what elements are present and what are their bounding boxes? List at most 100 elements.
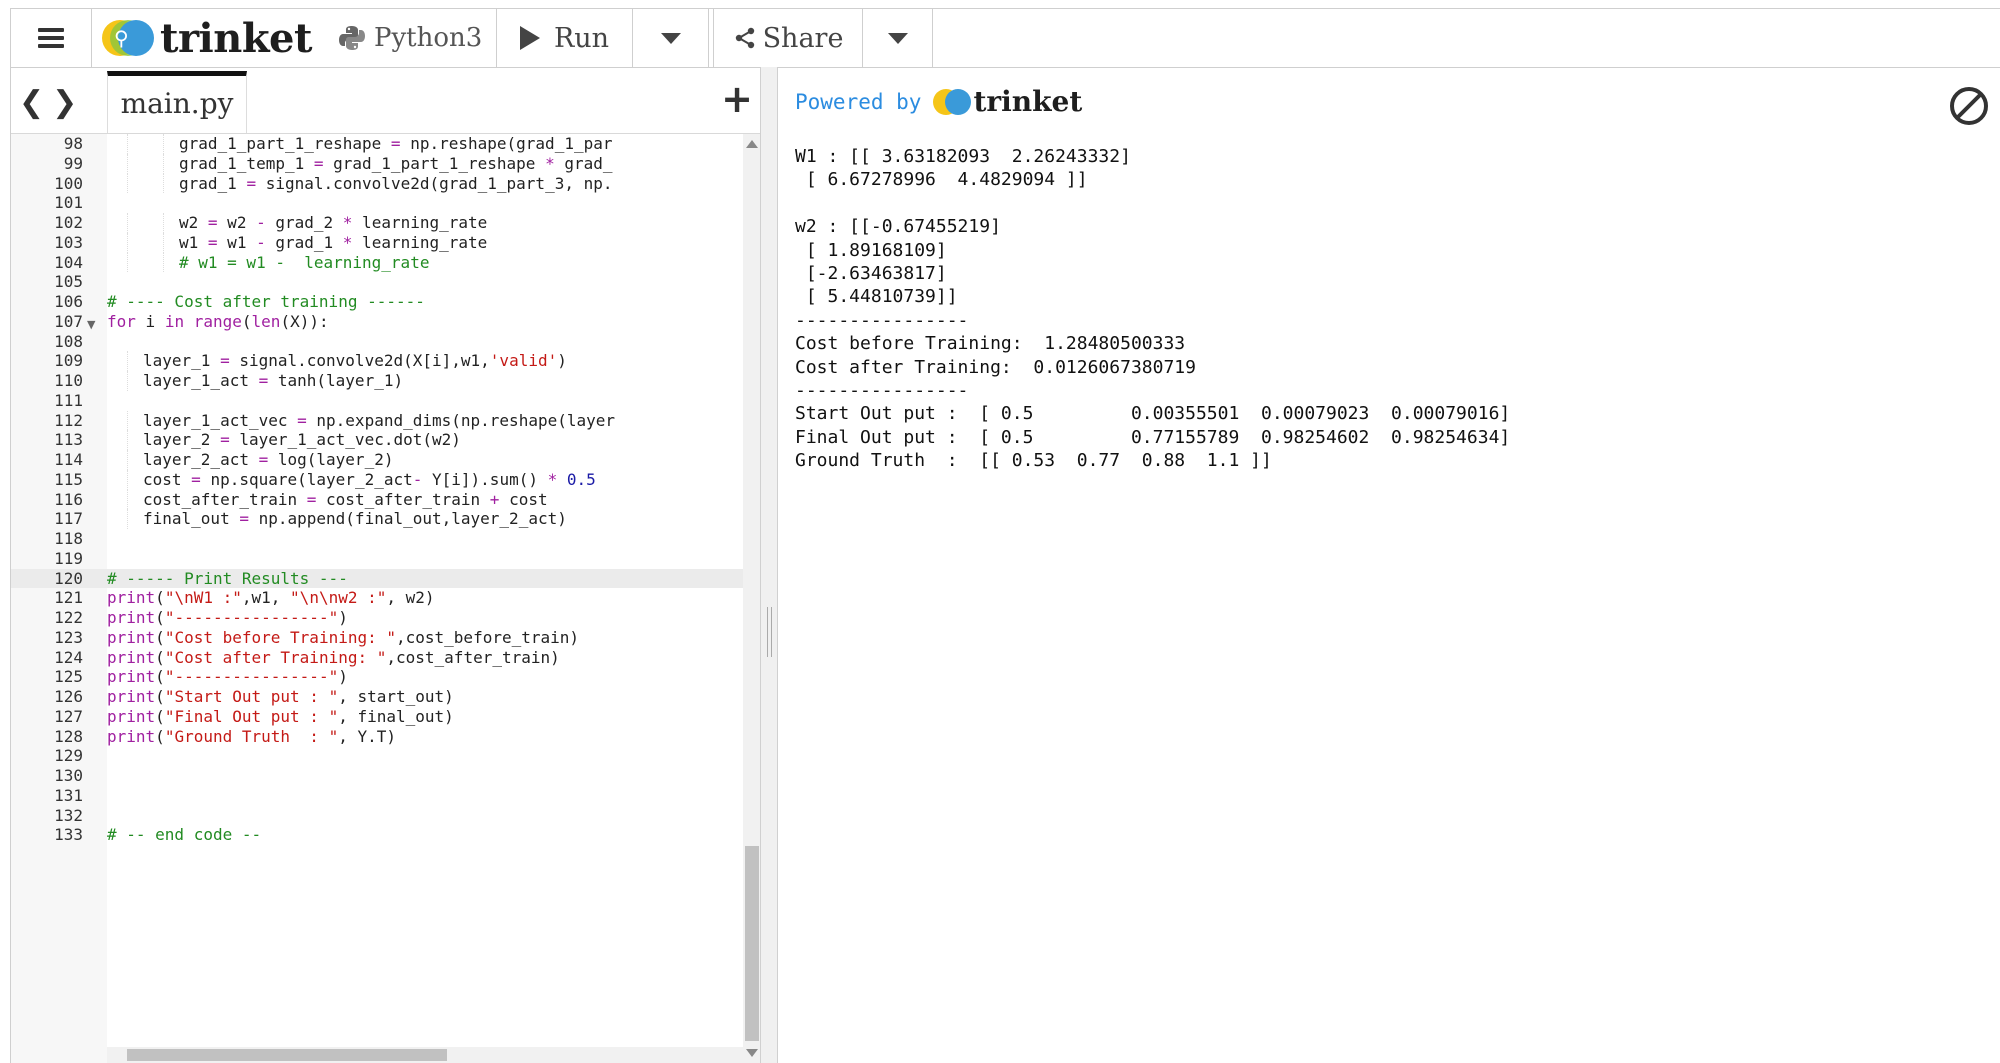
line-number: 106 bbox=[54, 292, 83, 311]
indent-guide bbox=[163, 213, 164, 233]
top-toolbar: ⚲ trinket Python3 Run Share bbox=[10, 8, 2000, 68]
code-area[interactable]: 98 99 100 101 102 103 104 105 106 107 ▼ 108 109 110 11… bbox=[11, 134, 761, 1063]
code-line[interactable]: print("\nW1 :",w1, "\n\nw2 :", w2) bbox=[107, 588, 435, 608]
line-number: 100 bbox=[54, 173, 83, 193]
console-line: W1 : [[ 3.63182093 2.26243332] bbox=[795, 146, 1131, 167]
code-line[interactable]: print("Start Out put : ", start_out) bbox=[107, 687, 454, 707]
line-number: 113 bbox=[54, 430, 83, 450]
console-line: [ 5.44810739]] bbox=[795, 286, 958, 308]
scrollbar-thumb[interactable] bbox=[745, 846, 759, 1041]
console-line: w2 : [[-0.67455219] bbox=[795, 216, 1001, 238]
powered-by-banner[interactable]: Powered by trinket bbox=[795, 85, 1082, 118]
indent-guide bbox=[127, 450, 128, 470]
scrollbar-thumb[interactable] bbox=[127, 1049, 447, 1061]
indent-guide bbox=[127, 351, 128, 371]
line-number: 133 bbox=[54, 825, 83, 845]
indent-guide bbox=[163, 134, 164, 154]
line-number: 110 bbox=[54, 371, 83, 390]
code-line[interactable]: # w1 = w1 - learning_rate bbox=[179, 253, 429, 273]
pane-splitter[interactable] bbox=[760, 67, 778, 1063]
line-number: 108 bbox=[54, 331, 83, 351]
code-line[interactable]: # ---- Cost after training ------ bbox=[107, 292, 425, 312]
tab-main-py[interactable]: main.py bbox=[107, 71, 247, 133]
indent-guide bbox=[163, 153, 164, 174]
console-line: [-2.63463817] bbox=[795, 262, 947, 284]
line-number: 130 bbox=[54, 766, 83, 785]
indent-guide bbox=[163, 173, 164, 194]
python-icon bbox=[338, 26, 365, 50]
line-number: 129 bbox=[54, 746, 83, 766]
code-line[interactable]: grad_1 = signal.convolve2d(grad_1_part_3… bbox=[179, 174, 613, 194]
code-line[interactable]: grad_1_temp_1 = grad_1_part_1_reshape * … bbox=[179, 154, 613, 174]
trinket-logo-icon: ⚲ bbox=[102, 18, 154, 58]
code-line[interactable]: # ----- Print Results --- bbox=[107, 569, 348, 589]
line-number: 127 bbox=[54, 706, 83, 726]
console-line: [ 1.89168109] bbox=[795, 239, 947, 261]
line-number: 107 bbox=[54, 311, 83, 331]
code-line[interactable]: layer_1_act_vec = np.expand_dims(np.resh… bbox=[143, 411, 615, 431]
indent-guide bbox=[127, 134, 128, 154]
console-line: ---------------- bbox=[795, 309, 969, 331]
share-options-dropdown[interactable] bbox=[863, 9, 933, 67]
indent-guide bbox=[127, 509, 128, 529]
indent-guide bbox=[127, 371, 128, 391]
code-line[interactable]: w2 = w2 - grad_2 * learning_rate bbox=[179, 213, 487, 233]
line-number: 103 bbox=[54, 232, 83, 252]
vertical-scrollbar[interactable] bbox=[743, 134, 761, 1063]
code-line[interactable]: print("----------------") bbox=[107, 608, 348, 628]
horizontal-scrollbar[interactable] bbox=[107, 1047, 743, 1063]
file-tab-bar: ❮❯ main.py + bbox=[11, 67, 761, 134]
console-output: W1 : [[ 3.63182093 2.26243332] [ 6.67278… bbox=[795, 145, 1510, 472]
indent-guide bbox=[163, 232, 164, 253]
line-number: 112 bbox=[54, 410, 83, 430]
indent-guide bbox=[127, 252, 128, 273]
code-line[interactable]: print("----------------") bbox=[107, 667, 348, 687]
scroll-up-icon[interactable] bbox=[746, 140, 758, 148]
line-number: 114 bbox=[54, 450, 83, 469]
run-options-dropdown[interactable] bbox=[633, 9, 709, 67]
code-line[interactable]: grad_1_part_1_reshape = np.reshape(grad_… bbox=[179, 134, 612, 154]
line-number: 111 bbox=[54, 390, 83, 410]
menu-button[interactable] bbox=[10, 9, 92, 67]
language-label: Python3 bbox=[373, 23, 483, 53]
code-line[interactable]: w1 = w1 - grad_1 * learning_rate bbox=[179, 233, 487, 253]
code-line[interactable]: layer_1_act = tanh(layer_1) bbox=[143, 371, 403, 391]
console-line: Start Out put : [ 0.5 0.00355501 0.00079… bbox=[795, 403, 1511, 425]
fold-arrow-icon[interactable]: ▼ bbox=[87, 318, 95, 331]
share-button[interactable]: Share bbox=[713, 9, 863, 67]
code-line[interactable]: final_out = np.append(final_out,layer_2_… bbox=[143, 509, 567, 529]
scroll-down-icon[interactable] bbox=[746, 1049, 758, 1057]
code-line[interactable]: cost = np.square(layer_2_act- Y[i]).sum(… bbox=[143, 470, 596, 490]
code-line[interactable]: layer_2 = layer_1_act_vec.dot(w2) bbox=[143, 430, 461, 450]
brand-name[interactable]: trinket bbox=[160, 15, 312, 62]
stop-icon[interactable] bbox=[1950, 87, 1988, 125]
line-number: 109 bbox=[54, 351, 83, 371]
indent-guide bbox=[127, 469, 128, 490]
code-line[interactable]: layer_1 = signal.convolve2d(X[i],w1,'val… bbox=[143, 351, 567, 371]
code-line[interactable]: layer_2_act = log(layer_2) bbox=[143, 450, 393, 470]
code-line[interactable]: cost_after_train = cost_after_train + co… bbox=[143, 490, 548, 510]
console-line: Cost before Training: 1.28480500333 bbox=[795, 333, 1186, 355]
tab-scroll-arrows[interactable]: ❮❯ bbox=[19, 85, 85, 120]
line-number: 124 bbox=[54, 647, 83, 667]
code-line[interactable]: # -- end code -- bbox=[107, 825, 261, 845]
indent-guide bbox=[127, 153, 128, 174]
line-number: 122 bbox=[54, 608, 83, 627]
console-line: [ 6.67278996 4.4829094 ]] bbox=[795, 169, 1088, 191]
share-icon bbox=[735, 27, 754, 49]
chevron-down-icon bbox=[660, 32, 681, 44]
code-line[interactable]: print("Ground Truth : ", Y.T) bbox=[107, 727, 396, 747]
powered-by-label: Powered by bbox=[795, 89, 922, 114]
code-line[interactable]: print("Final Out put : ", final_out) bbox=[107, 707, 454, 727]
line-number: 128 bbox=[54, 726, 83, 746]
add-file-icon[interactable]: + bbox=[721, 77, 753, 121]
code-line[interactable]: print("Cost before Training: ",cost_befo… bbox=[107, 628, 579, 648]
code-text[interactable]: grad_1_part_1_reshape = np.reshape(grad_… bbox=[107, 134, 743, 1063]
code-line[interactable]: print("Cost after Training: ",cost_after… bbox=[107, 648, 560, 668]
run-button[interactable]: Run bbox=[497, 9, 633, 67]
indent-guide bbox=[127, 213, 128, 233]
code-line[interactable]: for i in range(len(X)): bbox=[107, 312, 329, 332]
line-number: 116 bbox=[54, 489, 83, 509]
indent-guide bbox=[127, 410, 128, 431]
